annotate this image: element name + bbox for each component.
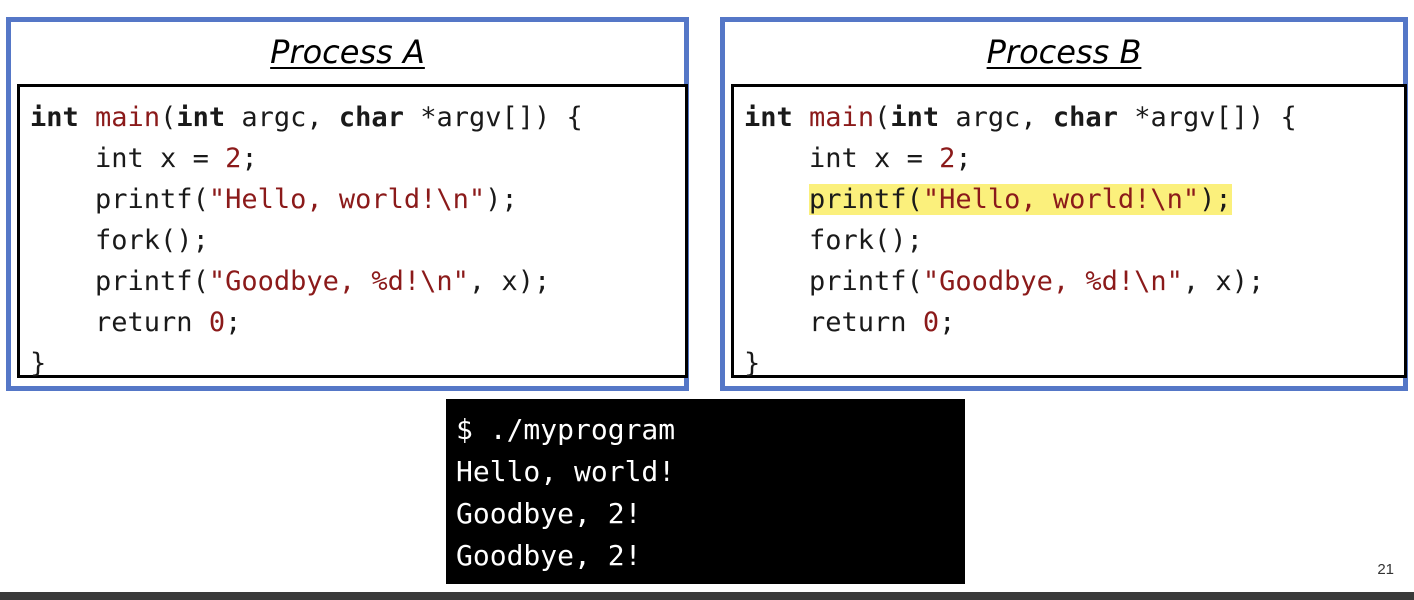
string-literal: "Hello, world!\n" bbox=[922, 184, 1200, 215]
call-end: ); bbox=[485, 184, 518, 215]
semicolon: ; bbox=[939, 307, 956, 338]
return-statement: return bbox=[809, 307, 923, 338]
number-literal: 2 bbox=[225, 143, 242, 174]
terminal-output-line: Hello, world! bbox=[456, 455, 676, 488]
keyword-int: int bbox=[30, 102, 79, 133]
closing-brace: } bbox=[30, 348, 47, 379]
keyword-int-param: int bbox=[890, 102, 940, 133]
fork-call: fork(); bbox=[95, 225, 209, 256]
printf-call: printf( bbox=[95, 184, 209, 215]
keyword-int-param: int bbox=[176, 102, 226, 133]
code-line-5: printf("Goodbye, %d!\n", x); bbox=[30, 261, 685, 302]
return-statement: return bbox=[95, 307, 209, 338]
highlighted-statement: printf("Hello, world!\n"); bbox=[809, 184, 1232, 215]
declaration: int x = bbox=[95, 143, 226, 174]
process-b-panel: Process B int main(int argc, char *argv[… bbox=[720, 17, 1408, 391]
function-main: main bbox=[809, 102, 875, 133]
code-line-5: printf("Goodbye, %d!\n", x); bbox=[744, 261, 1404, 302]
process-b-code-block: int main(int argc, char *argv[]) { int x… bbox=[731, 84, 1407, 379]
process-a-panel: Process A int main(int argc, char *argv[… bbox=[6, 17, 689, 391]
code-line-7: } bbox=[744, 343, 1404, 384]
process-b-title: Process B bbox=[986, 33, 1142, 71]
string-literal: "Goodbye, %d!\n" bbox=[922, 266, 1183, 297]
code-line-6: return 0; bbox=[30, 302, 685, 343]
process-a-code-block: int main(int argc, char *argv[]) { int x… bbox=[17, 84, 688, 379]
declaration: int x = bbox=[809, 143, 940, 174]
terminal-output-line: Goodbye, 2! bbox=[456, 497, 642, 530]
number-literal: 0 bbox=[922, 307, 940, 338]
terminal-output-line: Goodbye, 2! bbox=[456, 539, 642, 572]
argv-param: *argv[]) { bbox=[403, 102, 583, 133]
terminal-output: $ ./myprogram Hello, world! Goodbye, 2! Goo… bbox=[446, 399, 965, 584]
bottom-bar bbox=[0, 592, 1414, 600]
code-line-6: return 0; bbox=[744, 302, 1404, 343]
semicolon: ; bbox=[225, 307, 242, 338]
terminal-command-line: $ ./myprogram bbox=[456, 413, 676, 446]
code-line-4: fork(); bbox=[30, 220, 685, 261]
code-line-7: } bbox=[30, 343, 685, 384]
code-line-2: int x = 2; bbox=[30, 138, 685, 179]
keyword-char: char bbox=[1052, 102, 1118, 133]
printf-call: printf( bbox=[809, 266, 923, 297]
process-a-title: Process A bbox=[270, 33, 425, 71]
paren-open: ( bbox=[874, 102, 891, 133]
printf-call: printf( bbox=[95, 266, 209, 297]
number-literal: 2 bbox=[939, 143, 956, 174]
printf-call: printf( bbox=[809, 184, 923, 215]
code-line-4: fork(); bbox=[744, 220, 1404, 261]
code-line-3-highlighted: printf("Hello, world!\n"); bbox=[744, 179, 1404, 220]
closing-brace: } bbox=[744, 348, 761, 379]
call-end: ); bbox=[1199, 184, 1232, 215]
semicolon: ; bbox=[241, 143, 258, 174]
code-line-2: int x = 2; bbox=[744, 138, 1404, 179]
call-end: , x); bbox=[1182, 266, 1265, 297]
code-line-3: printf("Hello, world!\n"); bbox=[30, 179, 685, 220]
fork-call: fork(); bbox=[809, 225, 923, 256]
argc-param: argc, bbox=[939, 102, 1053, 133]
function-main: main bbox=[95, 102, 161, 133]
argv-param: *argv[]) { bbox=[1117, 102, 1297, 133]
paren-open: ( bbox=[160, 102, 177, 133]
call-end: , x); bbox=[468, 266, 551, 297]
code-line-1: int main(int argc, char *argv[]) { bbox=[30, 97, 685, 138]
slide-number: 21 bbox=[1377, 561, 1394, 578]
semicolon: ; bbox=[955, 143, 972, 174]
number-literal: 0 bbox=[208, 307, 226, 338]
string-literal: "Goodbye, %d!\n" bbox=[208, 266, 469, 297]
string-literal: "Hello, world!\n" bbox=[208, 184, 486, 215]
keyword-char: char bbox=[338, 102, 404, 133]
code-line-1: int main(int argc, char *argv[]) { bbox=[744, 97, 1404, 138]
keyword-int: int bbox=[744, 102, 793, 133]
argc-param: argc, bbox=[225, 102, 339, 133]
